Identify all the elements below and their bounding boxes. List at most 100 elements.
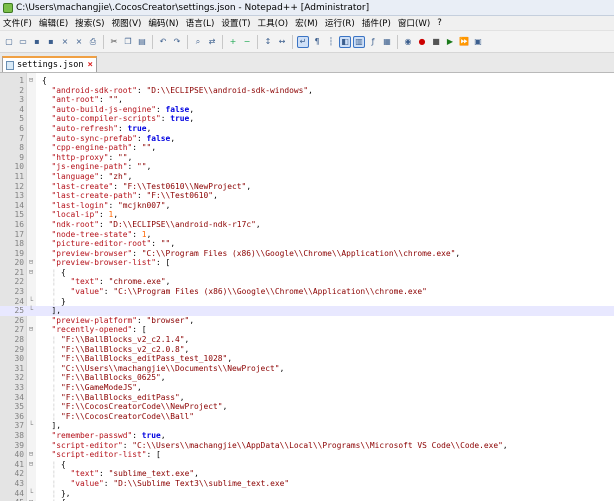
record-macro-icon[interactable]: ● (416, 36, 428, 48)
indent-guide-icon[interactable]: ┆ (325, 36, 337, 48)
copy-icon[interactable]: ❐ (122, 36, 134, 48)
code-line[interactable]: 27 ⊟ "recently-opened": [ (0, 325, 614, 335)
menu-item-2[interactable]: 搜索(S) (72, 17, 108, 29)
close-tab-icon[interactable]: × (88, 60, 93, 70)
code-line[interactable]: 30 ¦ "F:\\BallBlocks_editPass_test_1028"… (0, 354, 614, 364)
code-line[interactable]: 10 "js-engine-path": "", (0, 162, 614, 172)
menu-item-9[interactable]: 运行(R) (322, 17, 359, 29)
code-line[interactable]: 42 ¦ "text": "sublime_text.exe", (0, 469, 614, 479)
code-line[interactable]: 24 └ ¦ } (0, 297, 614, 307)
save-icon[interactable]: ▪ (31, 36, 43, 48)
menu-item-4[interactable]: 编码(N) (145, 17, 182, 29)
user-language-icon[interactable]: ◧ (339, 35, 351, 48)
toolbar: ▢ ▭ ▪ ▪ × × ⎙ ✂ ❐ ▤ ↶ ↷ ⌕ ⇄ + − ↕ ↔ ↵ ¶ ┆ ◧ ▥ ƒ ▦ ◉ ● ■ ▶ ⏩ ▣ (0, 31, 614, 53)
find-icon[interactable]: ⌕ (192, 36, 204, 48)
code-line[interactable]: 20 ⊟ "preview-browser-list": [ (0, 258, 614, 268)
editor-area[interactable]: 1 ⊟{2 "android-sdk-root": "D:\\ECLIPSE\\a… (0, 73, 614, 501)
zoom-in-icon[interactable]: + (227, 36, 239, 48)
code-line[interactable]: 12 "last-create": "F:\\Test0610\\NewProj… (0, 182, 614, 192)
cut-icon[interactable]: ✂ (108, 36, 120, 48)
menu-item-0[interactable]: 文件(F) (0, 17, 36, 29)
code-token: , (113, 210, 119, 220)
code-line[interactable]: 44 └ ¦ }, (0, 489, 614, 499)
code-line[interactable]: 13 "last-create-path": "F:\\Test0610", (0, 191, 614, 201)
redo-icon[interactable]: ↷ (171, 36, 183, 48)
code-line[interactable]: 17 "node-tree-state": 1, (0, 230, 614, 240)
doc-map-icon[interactable]: ▥ (353, 35, 365, 48)
code-line[interactable]: 15 "local-ip": 1, (0, 210, 614, 220)
word-wrap-icon[interactable]: ↵ (297, 35, 309, 48)
new-icon[interactable]: ▢ (3, 36, 15, 48)
code-line[interactable]: 32 ¦ "F:\\BallBlocks_0625", (0, 373, 614, 383)
fold-toggle-icon[interactable]: ⊟ (27, 325, 35, 335)
open-icon[interactable]: ▭ (17, 36, 29, 48)
code-line[interactable]: 16 "ndk-root": "D:\\ECLIPSE\\android-ndk… (0, 220, 614, 230)
close-icon[interactable]: × (59, 36, 71, 48)
tab-settings-json[interactable]: settings.json × (2, 56, 97, 72)
show-all-chars-icon[interactable]: ¶ (311, 36, 323, 48)
fold-toggle-icon[interactable]: ⊟ (27, 460, 35, 470)
code-line[interactable]: 34 ¦ "F:\\BallBlocks_editPass", (0, 393, 614, 403)
code-line[interactable]: 26 "preview-platform": "browser", (0, 316, 614, 326)
code-line[interactable]: 22 ¦ "text": "chrome.exe", (0, 277, 614, 287)
code-line[interactable]: 6 "auto-refresh": true, (0, 124, 614, 134)
code-line[interactable]: 41 ⊟ ¦ { (0, 460, 614, 470)
code-line[interactable]: 33 ¦ "F:\\GameModeJS", (0, 383, 614, 393)
code-line[interactable]: 7 "auto-sync-prefab": false, (0, 134, 614, 144)
play-macro-icon[interactable]: ▶ (444, 36, 456, 48)
code-line[interactable]: 37 └ ], (0, 421, 614, 431)
function-list-icon[interactable]: ƒ (367, 36, 379, 48)
code-line[interactable]: 18 "picture-editor-root": "", (0, 239, 614, 249)
menu-item-8[interactable]: 宏(M) (292, 17, 322, 29)
folder-workspace-icon[interactable]: ▦ (381, 36, 393, 48)
code-line[interactable]: 25 └ ], (0, 306, 614, 316)
stop-record-icon[interactable]: ■ (430, 36, 442, 48)
fold-toggle-icon[interactable]: ⊟ (27, 450, 35, 460)
code-line[interactable]: 2 "android-sdk-root": "D:\\ECLIPSE\\andr… (0, 86, 614, 96)
menu-item-10[interactable]: 插件(P) (359, 17, 395, 29)
sync-horizontal-icon[interactable]: ↔ (276, 36, 288, 48)
menu-item-11[interactable]: 窗口(W) (395, 17, 434, 29)
code-line[interactable]: 8 "cpp-engine-path": "", (0, 143, 614, 153)
code-line[interactable]: 9 "http-proxy": "", (0, 153, 614, 163)
monitoring-icon[interactable]: ◉ (402, 36, 414, 48)
code-line[interactable]: 38 "remember-passwd": true, (0, 431, 614, 441)
undo-icon[interactable]: ↶ (157, 36, 169, 48)
code-line[interactable]: 31 ¦ "C:\\Users\\machangjie\\Documents\\… (0, 364, 614, 374)
play-multiple-icon[interactable]: ⏩ (458, 36, 470, 48)
code-line[interactable]: 3 "ant-root": "", (0, 95, 614, 105)
code-line[interactable]: 1 ⊟ { (0, 76, 614, 86)
paste-icon[interactable]: ▤ (136, 36, 148, 48)
code-line[interactable]: 36 ¦ "F:\\CocosCreatorCode\\Ball" (0, 412, 614, 422)
code-line[interactable]: 43 ¦ "value": "D:\\Sublime Text3\\sublim… (0, 479, 614, 489)
code-line[interactable]: 21 ⊟ ¦ { (0, 268, 614, 278)
code-line[interactable]: 39 "script-editor": "C:\\Users\\machangj… (0, 441, 614, 451)
code-line[interactable]: 23 ¦ "value": "C:\\Program Files (x86)\\… (0, 287, 614, 297)
fold-toggle-icon[interactable]: ⊟ (27, 258, 35, 268)
menu-item-5[interactable]: 语言(L) (183, 17, 219, 29)
sync-vertical-icon[interactable]: ↕ (262, 36, 274, 48)
menu-item-6[interactable]: 设置(T) (218, 17, 254, 29)
code-line[interactable]: 40 ⊟ "script-editor-list": [ (0, 450, 614, 460)
code-line[interactable]: 14 "last-login": "mcjkn007", (0, 201, 614, 211)
replace-icon[interactable]: ⇄ (206, 36, 218, 48)
code-line[interactable]: 5 "auto-compiler-scripts": true, (0, 114, 614, 124)
menu-item-7[interactable]: 工具(O) (254, 17, 292, 29)
code-line[interactable]: 19 "preview-browser": "C:\\Program Files… (0, 249, 614, 259)
zoom-out-icon[interactable]: − (241, 36, 253, 48)
menu-item-12[interactable]: ? (434, 18, 446, 28)
code-line[interactable]: 4 "auto-build-js-engine": false, (0, 105, 614, 115)
save-macro-icon[interactable]: ▣ (472, 36, 484, 48)
code-line[interactable]: 29 ¦ "F:\\BallBlocks_v2_c2.0.8", (0, 345, 614, 355)
close-all-icon[interactable]: × (73, 36, 85, 48)
code-line[interactable]: 11 "language": "zh", (0, 172, 614, 182)
fold-toggle-icon[interactable]: ⊟ (27, 268, 35, 278)
menu-item-3[interactable]: 视图(V) (109, 17, 146, 29)
menu-item-1[interactable]: 编辑(E) (36, 17, 72, 29)
print-icon[interactable]: ⎙ (87, 36, 99, 48)
save-all-icon[interactable]: ▪ (45, 36, 57, 48)
code-line[interactable]: 35 ¦ "F:\\CocosCreatorCode\\NewProject", (0, 402, 614, 412)
fold-toggle-icon[interactable]: ⊟ (27, 76, 35, 86)
code-text: ¦ { (42, 268, 66, 278)
code-line[interactable]: 28 ¦ "F:\\BallBlocks_v2_c2.1.4", (0, 335, 614, 345)
